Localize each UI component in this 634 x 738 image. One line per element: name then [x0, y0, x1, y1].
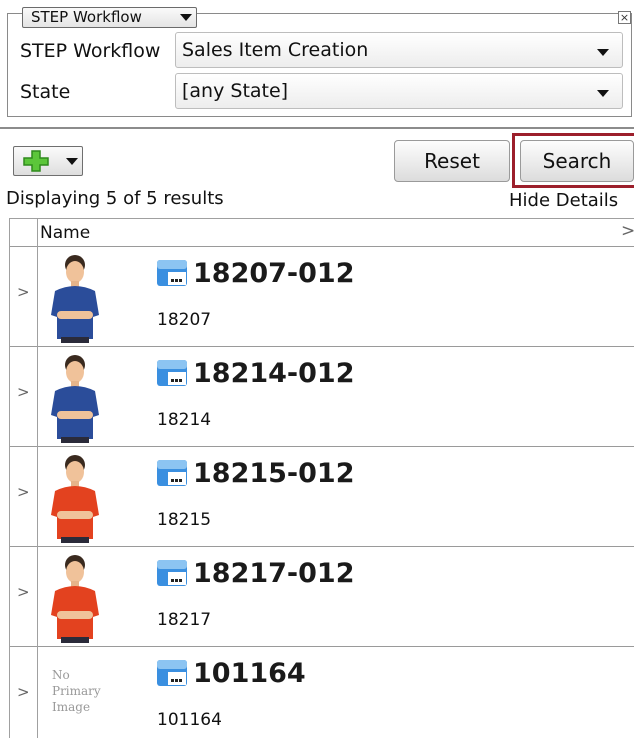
reset-button[interactable]: Reset — [394, 140, 510, 182]
plus-icon — [23, 150, 49, 172]
table-row[interactable]: >18217-012 18217 — [10, 547, 634, 647]
item-id: 18215 — [157, 510, 212, 530]
criteria-type-label: STEP Workflow — [31, 8, 142, 26]
product-thumbnail-image — [51, 355, 99, 443]
product-thumbnail-image — [51, 455, 99, 543]
item-title[interactable]: 18217-012 — [193, 557, 355, 591]
table-row[interactable]: > No Primary Image 101164 101164 — [10, 647, 634, 738]
column-divider — [37, 647, 38, 738]
chevron-down-icon — [597, 90, 609, 97]
item-id: 18207 — [157, 310, 212, 330]
chevron-down-icon — [180, 14, 192, 21]
close-icon[interactable]: × — [618, 11, 631, 24]
column-divider — [37, 219, 38, 247]
column-divider — [37, 347, 38, 447]
state-value: [any State] — [182, 80, 289, 102]
table-row[interactable]: >18214-012 18214 — [10, 347, 634, 447]
table-row[interactable]: >18215-012 18215 — [10, 447, 634, 547]
expand-row-icon[interactable]: > — [17, 283, 30, 301]
no-image-text: Image — [52, 700, 91, 714]
product-item-icon — [157, 360, 187, 386]
grid-header: Name > — [10, 219, 634, 247]
expand-row-icon[interactable]: > — [17, 383, 30, 401]
workflow-select[interactable]: Sales Item Creation — [175, 32, 623, 68]
product-item-icon — [157, 260, 187, 286]
search-button[interactable]: Search — [520, 140, 634, 182]
chevron-down-icon — [66, 158, 78, 165]
workflow-value: Sales Item Creation — [182, 39, 369, 61]
chevron-down-icon — [597, 49, 609, 56]
expand-row-icon[interactable]: > — [17, 683, 30, 701]
column-divider — [37, 447, 38, 547]
item-title[interactable]: 101164 — [193, 657, 306, 691]
results-grid: Name > >18207-012 18207 >18214-012 18214 >18… — [9, 218, 634, 738]
product-thumbnail-image — [51, 555, 99, 643]
item-title[interactable]: 18214-012 — [193, 357, 355, 391]
no-image-text: Primary — [52, 684, 101, 698]
no-primary-image-placeholder: No Primary Image — [52, 667, 112, 715]
product-thumbnail-image — [51, 255, 99, 343]
hide-details-link[interactable]: Hide Details — [509, 189, 618, 213]
product-item-icon — [157, 660, 187, 686]
no-image-text: No — [52, 668, 70, 682]
criteria-type-select[interactable]: STEP Workflow — [22, 7, 197, 28]
item-id: 18214 — [157, 410, 212, 430]
results-count: Displaying 5 of 5 results — [6, 188, 224, 209]
item-title[interactable]: 18215-012 — [193, 457, 355, 491]
state-label: State — [20, 81, 71, 103]
state-select[interactable]: [any State] — [175, 73, 623, 109]
column-header-name[interactable]: Name — [40, 222, 90, 244]
item-id: 101164 — [157, 710, 222, 730]
item-title[interactable]: 18207-012 — [193, 257, 355, 291]
workflow-label: STEP Workflow — [20, 40, 161, 62]
product-item-icon — [157, 460, 187, 486]
expand-row-icon[interactable]: > — [17, 483, 30, 501]
column-divider — [37, 547, 38, 647]
table-row[interactable]: >18207-012 18207 — [10, 247, 634, 347]
product-item-icon — [157, 560, 187, 586]
section-divider — [0, 127, 634, 129]
add-dropdown-button[interactable] — [13, 146, 83, 176]
column-divider — [37, 247, 38, 347]
expand-row-icon[interactable]: > — [17, 583, 30, 601]
item-id: 18217 — [157, 610, 212, 630]
more-columns-icon[interactable]: > — [621, 221, 634, 241]
